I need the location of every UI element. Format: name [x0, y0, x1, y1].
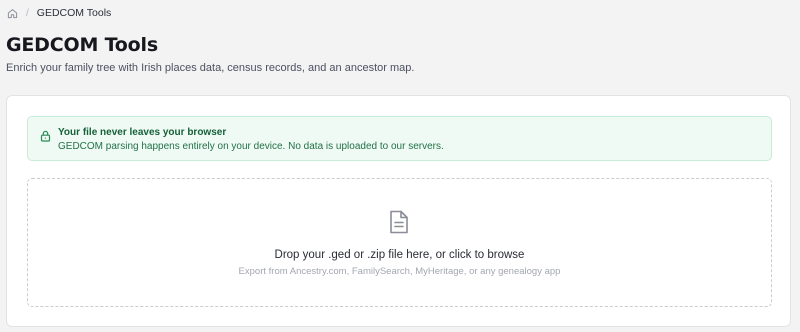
privacy-notice-body: GEDCOM parsing happens entirely on your …: [58, 141, 444, 152]
page-subtitle: Enrich your family tree with Irish place…: [6, 62, 415, 74]
file-dropzone[interactable]: Drop your .ged or .zip file here, or cli…: [27, 178, 772, 307]
privacy-notice: Your file never leaves your browser GEDC…: [27, 116, 772, 161]
page: / GEDCOM Tools GEDCOM Tools Enrich your …: [0, 0, 800, 332]
breadcrumb-current: GEDCOM Tools: [36, 7, 112, 19]
breadcrumb: / GEDCOM Tools: [7, 7, 111, 19]
dropzone-hint: Export from Ancestry.com, FamilySearch, …: [238, 266, 561, 277]
file-text-icon: [387, 209, 411, 235]
page-title: GEDCOM Tools: [6, 34, 158, 56]
home-icon[interactable]: [7, 8, 18, 19]
upload-card: Your file never leaves your browser GEDC…: [6, 95, 791, 327]
privacy-notice-title: Your file never leaves your browser: [58, 127, 227, 138]
breadcrumb-separator: /: [26, 7, 29, 19]
dropzone-title: Drop your .ged or .zip file here, or cli…: [274, 249, 525, 261]
lock-icon: [40, 129, 51, 142]
